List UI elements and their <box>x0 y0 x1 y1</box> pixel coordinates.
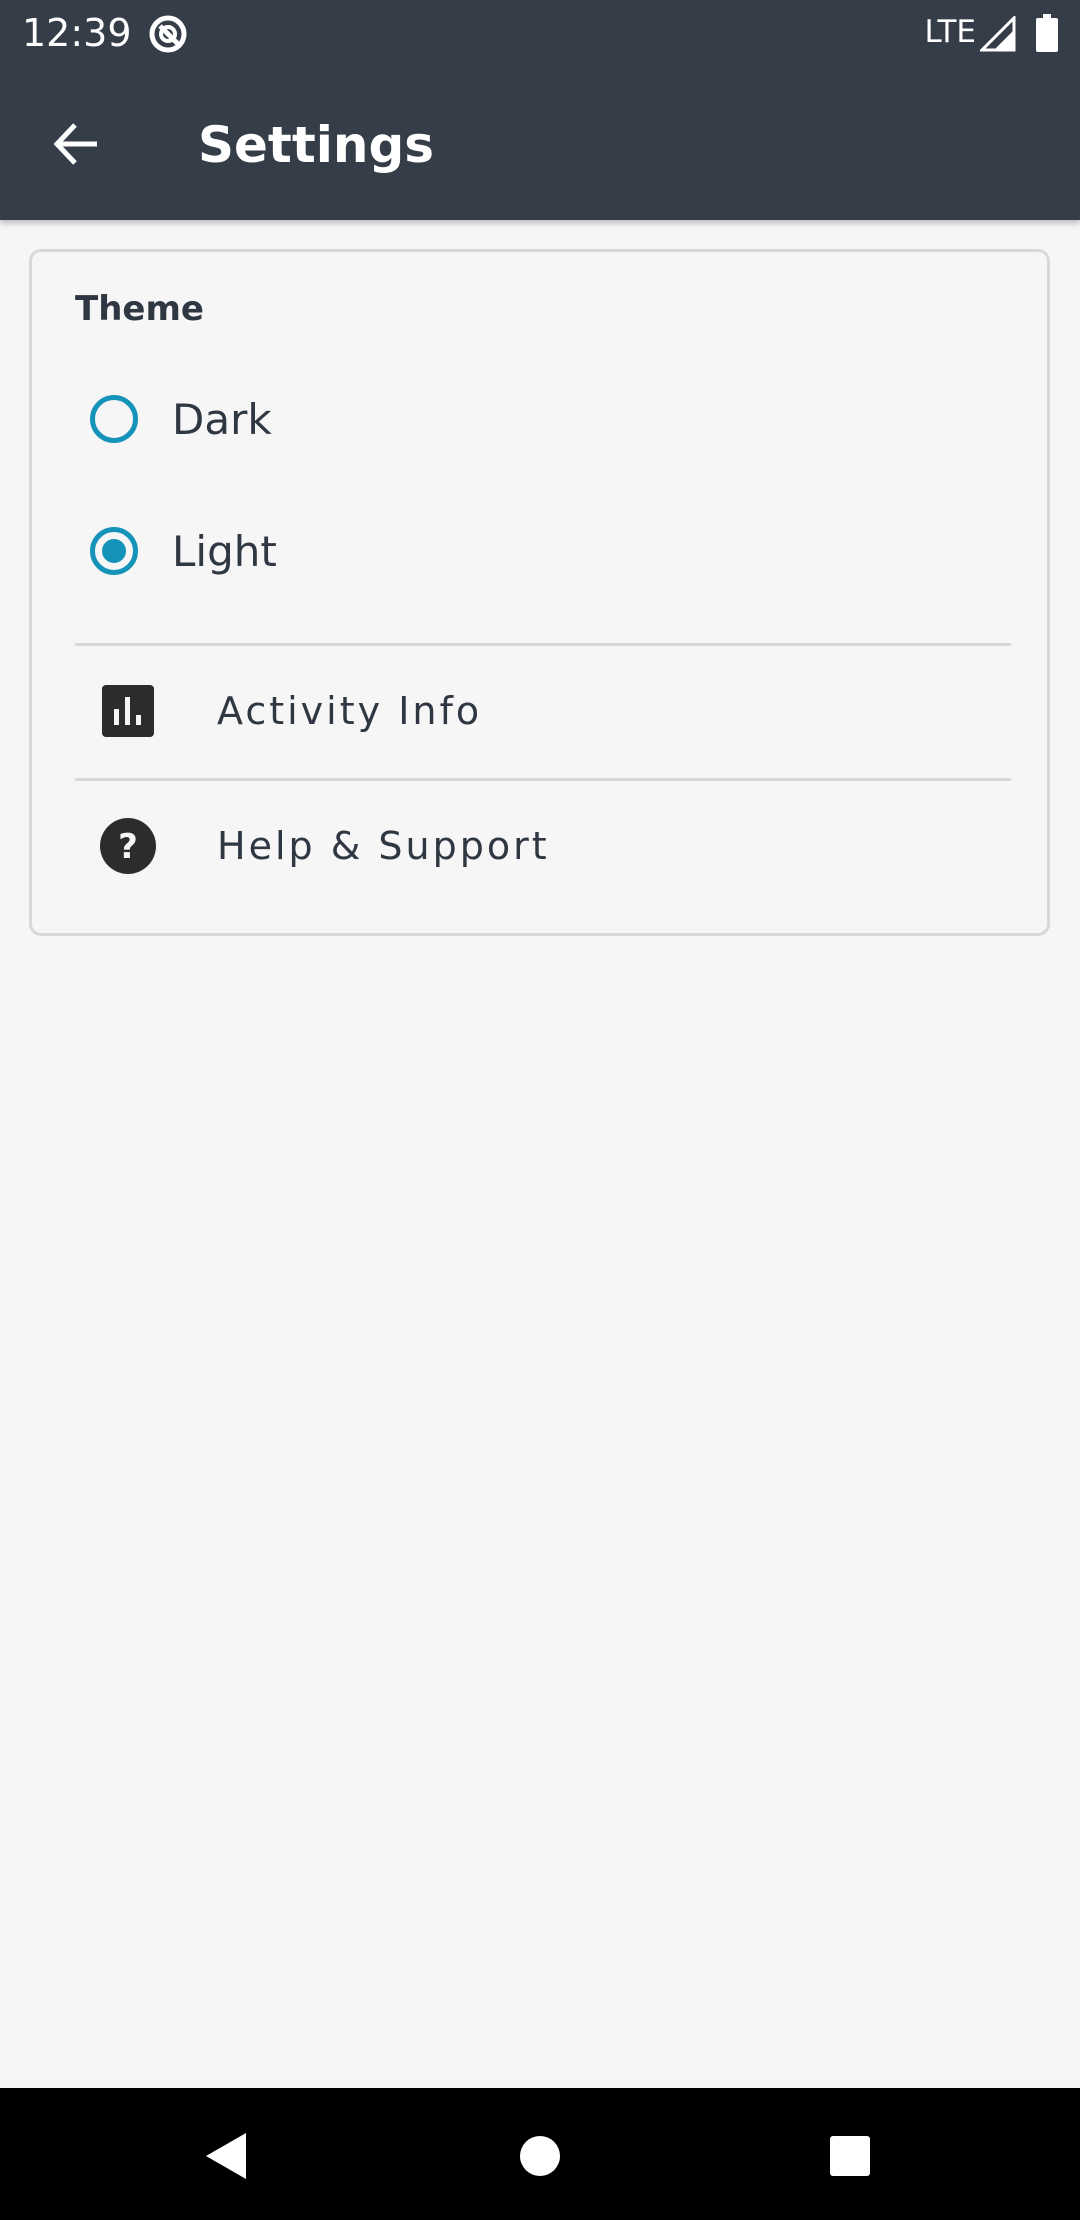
bar-chart-icon <box>100 683 156 739</box>
back-button[interactable] <box>36 104 116 184</box>
svg-text:?: ? <box>118 827 138 867</box>
theme-heading: Theme <box>75 289 204 329</box>
radio-selected-icon <box>90 527 138 575</box>
radio-selected-dot <box>102 539 126 563</box>
activity-info-item[interactable]: Activity Info <box>75 646 1011 776</box>
recents-square-icon <box>830 2136 870 2176</box>
battery-icon <box>1036 14 1058 52</box>
theme-option-label: Light <box>172 526 277 576</box>
network-type: LTE <box>924 14 976 50</box>
help-circle-icon: ? <box>100 818 156 874</box>
app-bar: 12:39 LTE Settings <box>0 0 1080 220</box>
nav-back-button[interactable] <box>196 2126 256 2186</box>
theme-option-dark[interactable]: Dark <box>75 364 675 474</box>
status-time: 12:39 <box>22 11 132 55</box>
arrow-left-icon <box>53 123 97 165</box>
signal-icon <box>980 16 1016 52</box>
menu-item-label: Help & Support <box>217 824 550 868</box>
radio-unselected-icon <box>90 395 138 443</box>
back-triangle-icon <box>206 2133 246 2179</box>
help-support-item[interactable]: ? Help & Support <box>75 781 1011 911</box>
nav-recents-button[interactable] <box>820 2126 880 2186</box>
menu-item-label: Activity Info <box>217 689 483 733</box>
theme-option-light[interactable]: Light <box>75 496 675 606</box>
home-circle-icon <box>520 2136 560 2176</box>
theme-option-label: Dark <box>172 394 272 444</box>
nav-home-button[interactable] <box>510 2126 570 2186</box>
settings-card: Theme Dark Light Activity Info ? Help & … <box>29 249 1050 936</box>
page-title: Settings <box>198 116 435 174</box>
app-notification-icon <box>149 15 187 53</box>
